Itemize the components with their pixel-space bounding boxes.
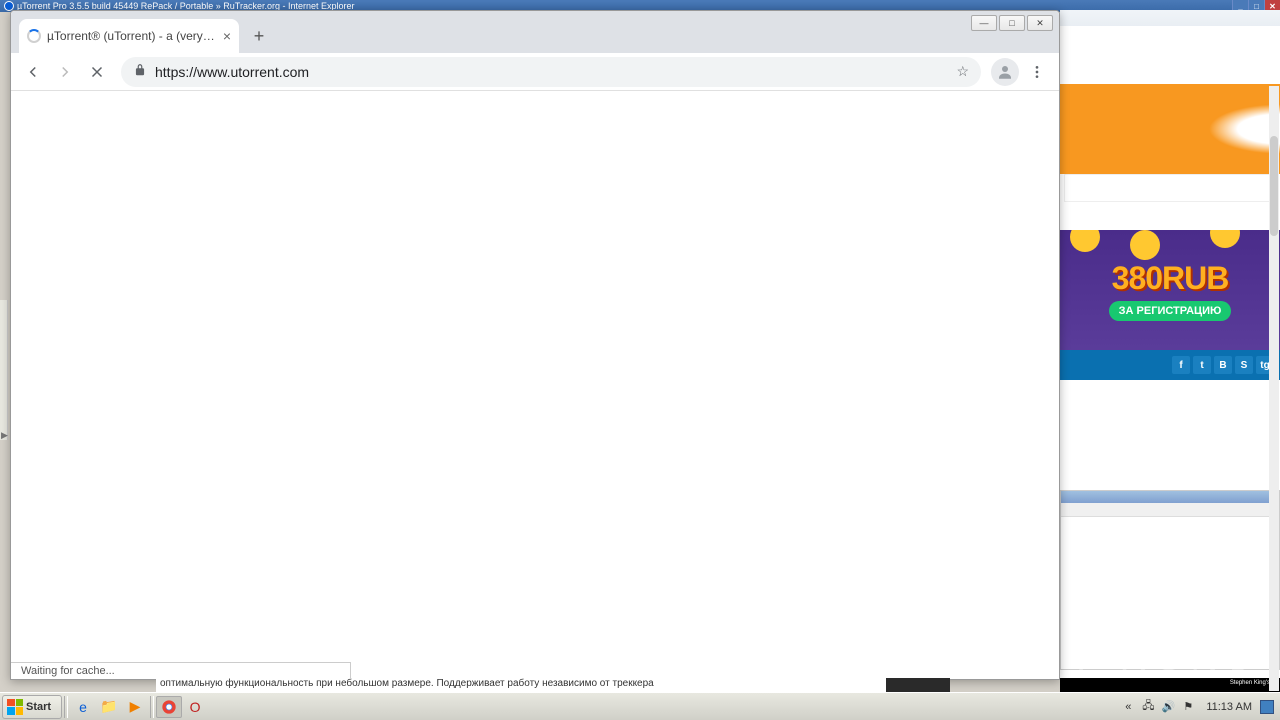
ie-scrollbar-thumb[interactable] [1270, 136, 1278, 236]
rub-amount: 380RUB [1112, 260, 1229, 297]
movie-ad-banner[interactable]: Stephen King's LANGOLIERS [1060, 678, 1280, 692]
movie-subtitle: Stephen King's [1230, 680, 1270, 686]
ie-expand-arrow-icon[interactable]: ▶ [1, 430, 8, 441]
taskbar-separator [150, 696, 154, 718]
url-text: https://www.utorrent.com [155, 64, 948, 80]
chrome-system-buttons: — □ ✕ [971, 15, 1053, 31]
taskbar-ie-icon[interactable]: e [70, 696, 96, 718]
social-vk-icon[interactable]: B [1214, 356, 1232, 374]
tray-clock[interactable]: 11:13 AM [1206, 701, 1252, 713]
show-desktop-button[interactable] [1260, 700, 1274, 714]
ie-left-bar [0, 300, 8, 440]
profile-button[interactable] [991, 58, 1019, 86]
chrome-maximize-button[interactable]: □ [999, 15, 1025, 31]
utorrent-screenshot[interactable] [1060, 490, 1280, 670]
chrome-tabstrip-area: — □ ✕ µTorrent® (uTorrent) - a (very) ti… [11, 11, 1059, 53]
taskbar-media-icon[interactable]: ▶ [122, 696, 148, 718]
chrome-toolbar: https://www.utorrent.com ☆ [11, 53, 1059, 91]
casino-ad-banner[interactable]: 380RUB ЗА РЕГИСТРАЦИЮ [1060, 230, 1280, 350]
forward-button[interactable] [51, 58, 79, 86]
loading-spinner-icon [27, 29, 41, 43]
windows-logo-icon [7, 699, 23, 715]
orange-ad-banner[interactable] [1060, 84, 1280, 174]
taskbar-separator [64, 696, 68, 718]
chrome-menu-button[interactable] [1023, 58, 1051, 86]
social-twitter-icon[interactable]: t [1193, 356, 1211, 374]
start-button[interactable]: Start [2, 695, 62, 719]
tray-flag-icon[interactable]: ⚑ [1180, 699, 1196, 715]
dark-block [886, 678, 950, 692]
chrome-minimize-button[interactable]: — [971, 15, 997, 31]
bookmark-star-icon[interactable]: ☆ [956, 63, 969, 80]
chrome-close-button[interactable]: ✕ [1027, 15, 1053, 31]
content-block [1064, 174, 1276, 202]
coins-graphic [1070, 230, 1100, 252]
tab-close-icon[interactable]: × [223, 28, 231, 44]
start-label: Start [26, 701, 51, 713]
ie-page-content: 380RUB ЗА РЕГИСТРАЦИЮ f t B S tg Stephen… [1060, 26, 1280, 692]
social-skype-icon[interactable]: S [1235, 356, 1253, 374]
back-button[interactable] [19, 58, 47, 86]
description-text: оптимальную функциональность при небольш… [156, 678, 950, 692]
stop-reload-button[interactable] [83, 58, 111, 86]
system-tray: « 🖧 🔊 ⚑ 11:13 AM [1120, 699, 1280, 715]
new-tab-button[interactable]: + [245, 22, 273, 50]
taskbar-opera-icon[interactable]: O [182, 696, 208, 718]
taskbar-chrome-icon[interactable] [156, 696, 182, 718]
ie-scrollbar[interactable] [1269, 86, 1279, 691]
tray-expand-icon[interactable]: « [1120, 699, 1136, 715]
social-bar: f t B S tg [1060, 350, 1280, 380]
tray-volume-icon[interactable]: 🔊 [1160, 699, 1176, 715]
taskbar: Start e 📁 ▶ O « 🖧 🔊 ⚑ 11:13 AM [0, 692, 1280, 720]
lock-icon[interactable] [133, 63, 147, 80]
tab-title: µTorrent® (uTorrent) - a (very) tiny [47, 29, 217, 43]
registration-pill: ЗА РЕГИСТРАЦИЮ [1109, 301, 1232, 321]
tray-network-icon[interactable]: 🖧 [1140, 699, 1156, 715]
social-facebook-icon[interactable]: f [1172, 356, 1190, 374]
taskbar-explorer-icon[interactable]: 📁 [96, 696, 122, 718]
chrome-status-bar: Waiting for cache... [11, 662, 351, 679]
chrome-window: — □ ✕ µTorrent® (uTorrent) - a (very) ti… [10, 10, 1060, 680]
chrome-tabs: µTorrent® (uTorrent) - a (very) tiny × + [11, 11, 1059, 53]
chrome-content-area: Waiting for cache... [11, 91, 1059, 679]
address-bar[interactable]: https://www.utorrent.com ☆ [121, 57, 981, 87]
chrome-tab-active[interactable]: µTorrent® (uTorrent) - a (very) tiny × [19, 19, 239, 53]
